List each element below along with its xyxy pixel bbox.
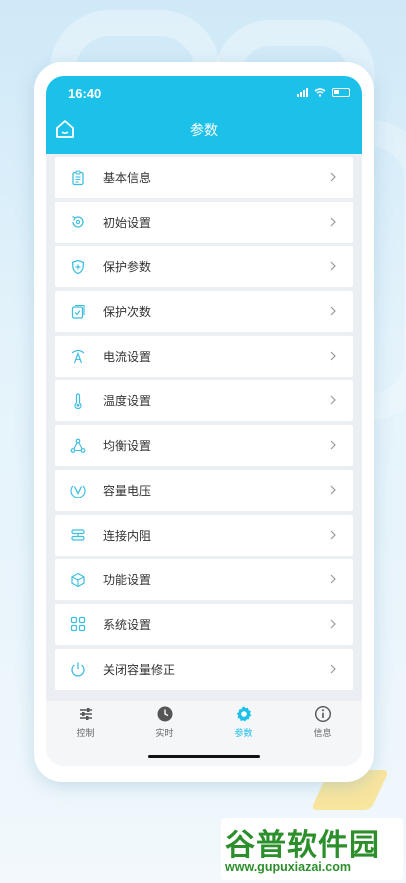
info-icon: [314, 705, 331, 723]
tab-label: 控制: [76, 729, 95, 739]
tab-control[interactable]: 控制: [46, 701, 125, 766]
menu-item-label: 保护次数: [103, 305, 152, 320]
phone-frame: 16:40 参数 基本信息 初始设置 保护参数 保护次数 电流设置 温度设置 均…: [34, 62, 374, 782]
menu-item-label: 电流设置: [103, 349, 152, 364]
tab-label: 实时: [155, 729, 174, 739]
chevron-right-icon: [330, 351, 336, 361]
power-icon: [69, 660, 87, 678]
tab-label: 信息: [313, 729, 332, 739]
shield-check-icon: [69, 303, 87, 321]
watermark-url: www.gupuxiazai.com: [225, 860, 351, 874]
chevron-right-icon: [330, 485, 336, 495]
menu-item-balance-settings[interactable]: 均衡设置: [55, 425, 353, 467]
menu-item-label: 关闭容量修正: [103, 662, 176, 677]
menu-item-capacity-voltage[interactable]: 容量电压: [55, 469, 353, 511]
chevron-right-icon: [330, 664, 336, 673]
menu-item-label: 保护参数: [103, 260, 152, 275]
menu-item-temperature-settings[interactable]: 温度设置: [55, 380, 353, 422]
menu-item-label: 基本信息: [103, 171, 152, 185]
grid-icon: [69, 615, 87, 633]
menu-item-label: 均衡设置: [103, 439, 152, 454]
menu-item-initial-settings[interactable]: 初始设置: [55, 201, 353, 243]
sliders-icon: [79, 708, 92, 720]
tab-info[interactable]: 信息: [283, 701, 362, 766]
chevron-right-icon: [330, 261, 336, 271]
voltage-icon: [69, 481, 87, 499]
menu-item-function-settings[interactable]: 功能设置: [55, 559, 353, 601]
menu-item-current-settings[interactable]: 电流设置: [55, 335, 353, 377]
chevron-right-icon: [330, 396, 336, 405]
signal-icon: [297, 88, 308, 97]
chevron-right-icon: [330, 440, 336, 450]
menu-item-label: 系统设置: [103, 617, 152, 632]
thermometer-icon: [69, 392, 87, 410]
menu-item-label: 连接内阻: [103, 528, 152, 543]
status-icons: [297, 88, 350, 97]
chevron-right-icon: [330, 306, 336, 316]
battery-icon: [332, 88, 350, 97]
chevron-right-icon: [330, 574, 336, 584]
menu-item-label: 温度设置: [103, 394, 152, 409]
clipboard-icon: [69, 169, 87, 187]
shield-plus-icon: [69, 258, 87, 276]
resistance-icon: [69, 526, 87, 544]
menu-item-connection-resistance[interactable]: 连接内阻: [55, 514, 353, 556]
status-time: 16:40: [68, 86, 102, 101]
balance-icon: [69, 437, 87, 455]
watermark-title: 谷普软件园: [225, 828, 380, 863]
menu-item-disable-capacity-correction[interactable]: 关闭容量修正: [55, 648, 353, 690]
page-title: 参数: [190, 123, 218, 139]
wifi-icon: [314, 88, 326, 97]
chevron-right-icon: [330, 530, 336, 539]
menu-item-label: 初始设置: [103, 215, 152, 230]
current-icon: [69, 347, 87, 365]
home-indicator: [148, 755, 260, 758]
tab-label: 参数: [234, 729, 253, 739]
clock-icon: [157, 706, 172, 722]
menu-item-protection-params[interactable]: 保护参数: [55, 246, 353, 288]
menu-item-system-settings[interactable]: 系统设置: [55, 603, 353, 645]
reset-icon: [69, 213, 87, 231]
menu-item-label: 容量电压: [103, 483, 152, 498]
menu-item-basic-info[interactable]: 基本信息: [55, 157, 353, 198]
chevron-right-icon: [330, 172, 336, 182]
menu-item-protection-count[interactable]: 保护次数: [55, 291, 353, 333]
chevron-right-icon: [330, 619, 336, 629]
app-screen: 16:40 参数 基本信息 初始设置 保护参数 保护次数 电流设置 温度设置 均…: [46, 76, 362, 766]
menu-item-label: 功能设置: [103, 573, 152, 588]
settings-menu: 基本信息 初始设置 保护参数 保护次数 电流设置 温度设置 均衡设置 容量电压 …: [55, 157, 353, 693]
chevron-right-icon: [330, 217, 336, 227]
watermark-logo: 谷普软件园 www.gupuxiazai.com: [221, 818, 403, 880]
cube-icon: [69, 571, 87, 589]
header-bar: 16:40 参数: [46, 76, 362, 154]
gear-icon: [236, 706, 251, 722]
